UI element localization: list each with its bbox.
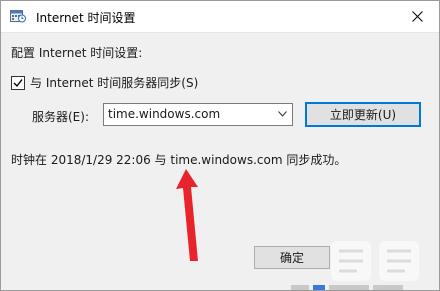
- server-combobox[interactable]: time.windows.com: [103, 103, 293, 126]
- strip-block: [313, 285, 325, 290]
- chevron-down-icon: [278, 111, 287, 117]
- title-bar[interactable]: Internet 时间设置: [1, 1, 439, 33]
- ok-button[interactable]: 确定: [254, 246, 330, 269]
- server-label: 服务器(E):: [32, 110, 89, 124]
- settings-heading: 配置 Internet 时间设置:: [11, 46, 143, 60]
- strip-block: [291, 285, 309, 290]
- close-icon: [411, 11, 423, 22]
- checkmark-icon: [13, 78, 23, 87]
- close-button[interactable]: [395, 1, 439, 32]
- dialog-body: 配置 Internet 时间设置: 与 Internet 时间服务器同步(S) …: [1, 33, 439, 290]
- sync-checkbox-label: 与 Internet 时间服务器同步(S): [30, 76, 199, 90]
- sync-checkbox[interactable]: [11, 75, 25, 90]
- sync-checkbox-row[interactable]: 与 Internet 时间服务器同步(S): [11, 74, 198, 91]
- internet-time-settings-window: Internet 时间设置 配置 Internet 时间设置: 与 Intern…: [0, 0, 440, 291]
- strip-block: [329, 285, 369, 290]
- calendar-clock-icon: [10, 10, 26, 23]
- update-now-button[interactable]: 立即更新(U): [305, 102, 421, 127]
- window-title: Internet 时间设置: [36, 11, 136, 25]
- taskbar-strip: [291, 284, 439, 290]
- strip-block: [373, 285, 403, 290]
- server-value: time.windows.com: [108, 107, 221, 121]
- annotation-arrow-icon: [176, 169, 198, 261]
- sync-status-text: 时钟在 2018/1/29 22:06 与 time.windows.com 同…: [11, 153, 347, 167]
